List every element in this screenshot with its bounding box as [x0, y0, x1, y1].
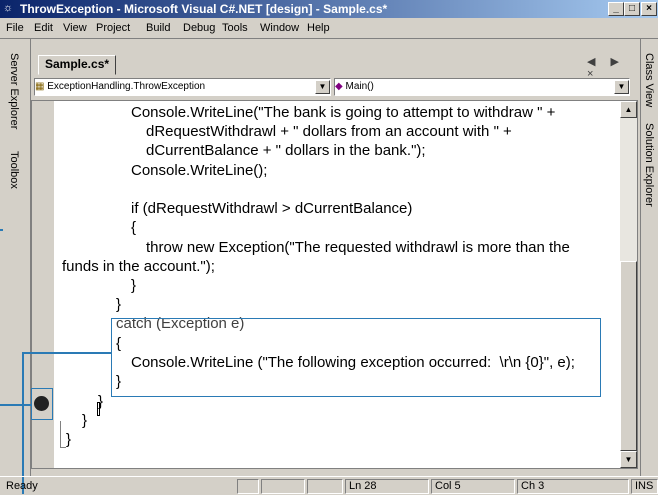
chevron-down-icon[interactable]: ▼	[614, 80, 629, 94]
menu-window[interactable]: Window	[260, 22, 299, 34]
callout-line	[22, 352, 24, 494]
callout-line	[0, 404, 31, 406]
status-panel	[307, 479, 343, 494]
status-line: Ln 28	[345, 479, 429, 494]
status-bar: Ready Ln 28 Col 5 Ch 3 INS	[0, 476, 658, 495]
vertical-scrollbar[interactable]: ▲ ▼	[620, 101, 637, 468]
restore-button[interactable]: □	[624, 2, 640, 16]
code-line: Console.WriteLine("The bank is going to …	[131, 104, 556, 121]
class-icon: ▦	[35, 81, 45, 92]
left-dock-strip: Server Explorer Toolbox	[0, 39, 31, 476]
status-insert-mode: INS	[631, 479, 658, 494]
menu-build[interactable]: Build	[146, 22, 170, 34]
code-line: dRequestWithdrawl + " dollars from an ac…	[146, 123, 512, 140]
menu-view[interactable]: View	[63, 22, 87, 34]
status-panel	[237, 479, 259, 494]
toolbox-tab[interactable]: Toolbox	[8, 151, 20, 189]
catch-block-highlight	[111, 318, 601, 397]
code-editor[interactable]: Console.WriteLine("The bank is going to …	[31, 100, 638, 469]
code-line: Console.WriteLine();	[131, 162, 268, 179]
status-ready: Ready	[6, 480, 38, 492]
code-line: }	[131, 277, 137, 294]
callout-line	[22, 352, 111, 354]
menu-help[interactable]: Help	[307, 22, 330, 34]
code-line: funds in the account.");	[62, 258, 215, 275]
close-button[interactable]: ×	[641, 2, 657, 16]
code-line: dCurrentBalance + " dollars in the bank.…	[146, 142, 426, 159]
solution-explorer-tab[interactable]: Solution Explorer	[643, 123, 655, 207]
navigation-combo-bar: ▦ ExceptionHandling.ThrowException ▼ ◆ M…	[31, 76, 639, 98]
status-char: Ch 3	[517, 479, 629, 494]
minimize-button[interactable]: _	[608, 2, 624, 16]
app-icon: ☼	[3, 2, 14, 14]
code-line: {	[131, 219, 137, 236]
method-icon: ◆	[335, 81, 343, 92]
right-dock-strip: Class View Solution Explorer	[640, 39, 658, 476]
scroll-thumb[interactable]	[620, 261, 637, 451]
class-view-tab[interactable]: Class View	[643, 53, 655, 107]
member-combo[interactable]: ◆ Main() ▼	[334, 78, 630, 96]
status-panel	[261, 479, 305, 494]
member-combo-value: Main()	[345, 81, 374, 92]
chevron-down-icon[interactable]: ▼	[315, 80, 330, 94]
menu-file[interactable]: File	[6, 22, 24, 34]
breakpoint-icon[interactable]	[34, 396, 49, 411]
callout-line	[0, 229, 3, 231]
menu-debug[interactable]: Debug	[183, 22, 215, 34]
code-line: }	[116, 296, 122, 313]
menu-tools[interactable]: Tools	[222, 22, 248, 34]
class-combo-value: ExceptionHandling.ThrowException	[47, 81, 206, 92]
scroll-down-button[interactable]: ▼	[620, 451, 637, 468]
status-column: Col 5	[431, 479, 515, 494]
scroll-up-button[interactable]: ▲	[620, 101, 637, 118]
tab-sample-cs[interactable]: Sample.cs*	[38, 55, 117, 75]
menu-edit[interactable]: Edit	[34, 22, 53, 34]
title-bar: ☼ ThrowException - Microsoft Visual C#.N…	[0, 0, 658, 18]
document-tab-bar: Sample.cs* ◀ ▶ ×	[31, 52, 639, 80]
class-combo[interactable]: ▦ ExceptionHandling.ThrowException ▼	[34, 78, 331, 96]
code-line: throw new Exception("The requested withd…	[146, 239, 570, 256]
text-cursor	[97, 402, 100, 416]
window-title: ThrowException - Microsoft Visual C#.NET…	[20, 2, 388, 16]
code-line: if (dRequestWithdrawl > dCurrentBalance)	[131, 200, 413, 217]
menu-bar: File Edit View Project Build Debug Tools…	[0, 18, 658, 39]
server-explorer-tab[interactable]: Server Explorer	[8, 53, 20, 129]
menu-project[interactable]: Project	[96, 22, 130, 34]
code-line: }	[82, 412, 88, 429]
code-line: }	[66, 431, 72, 448]
outline-bracket	[60, 421, 66, 448]
